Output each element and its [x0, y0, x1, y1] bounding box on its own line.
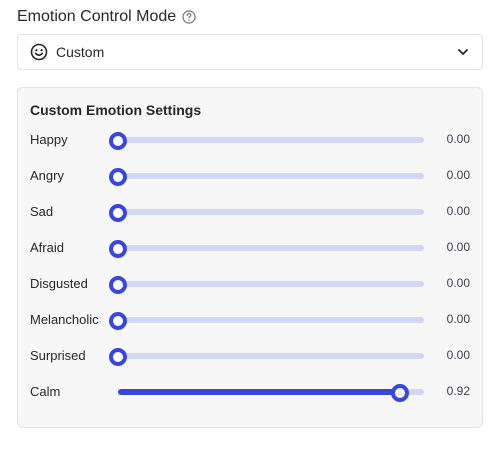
emotion-label: Angry: [30, 168, 64, 183]
emotion-slider-thumb[interactable]: [390, 384, 409, 402]
help-circle-icon[interactable]: [182, 10, 196, 24]
emotion-slider-track[interactable]: [109, 204, 424, 222]
emotion-slider-thumb[interactable]: [109, 240, 127, 258]
emotion-value: 0.00: [446, 204, 470, 218]
emotion-slider-row: Afraid 0.00: [18, 238, 482, 258]
emotion-label: Disgusted: [30, 276, 88, 291]
emotion-slider-thumb[interactable]: [109, 132, 127, 150]
emotion-value: 0.00: [446, 312, 470, 326]
emotion-value: 0.92: [446, 384, 470, 398]
emotion-slider-track[interactable]: [109, 348, 424, 366]
emotion-slider-thumb[interactable]: [109, 276, 127, 294]
emotion-label: Surprised: [30, 348, 86, 363]
emotion-slider-row: Happy 0.00: [18, 130, 482, 150]
emotion-slider-track[interactable]: [118, 384, 424, 402]
panel-title: Custom Emotion Settings: [30, 102, 202, 118]
emotion-slider-track[interactable]: [109, 276, 424, 294]
emotion-label: Melancholic: [30, 312, 99, 327]
emotion-slider-track[interactable]: [109, 168, 424, 186]
emotion-slider-track[interactable]: [109, 132, 424, 150]
emotion-slider-track[interactable]: [109, 312, 424, 330]
emotion-slider-thumb[interactable]: [109, 168, 127, 186]
emotion-label: Happy: [30, 132, 68, 147]
emotion-mode-select[interactable]: Custom: [17, 34, 483, 70]
emotion-slider-row: Sad 0.00: [18, 202, 482, 222]
chevron-down-icon: [456, 45, 470, 59]
emotion-mode-value: Custom: [56, 44, 105, 60]
emotion-value: 0.00: [446, 168, 470, 182]
emotion-label: Calm: [30, 384, 61, 399]
emotion-value: 0.00: [446, 132, 470, 146]
custom-emotion-settings-panel: Custom Emotion Settings Happy 0.00 Angry 0.…: [17, 87, 483, 428]
smile-icon: [30, 43, 48, 61]
emotion-slider-row: Disgusted 0.00: [18, 274, 482, 294]
emotion-value: 0.00: [446, 276, 470, 290]
emotion-slider-thumb[interactable]: [109, 348, 127, 366]
emotion-value: 0.00: [446, 240, 470, 254]
emotion-label: Sad: [30, 204, 54, 219]
emotion-slider-row: Calm 0.92: [18, 382, 482, 402]
page-title: Emotion Control Mode: [17, 8, 177, 25]
emotion-slider-fill: [118, 389, 400, 395]
emotion-slider-thumb[interactable]: [109, 204, 127, 222]
emotion-label: Afraid: [30, 240, 64, 255]
emotion-slider-row: Angry 0.00: [18, 166, 482, 186]
emotion-value: 0.00: [446, 348, 470, 362]
emotion-slider-track[interactable]: [109, 240, 424, 258]
emotion-slider-row: Surprised 0.00: [18, 346, 482, 366]
header: Emotion Control Mode: [17, 8, 196, 26]
emotion-slider-thumb[interactable]: [109, 312, 127, 330]
emotion-slider-row: Melancholic 0.00: [18, 310, 482, 330]
